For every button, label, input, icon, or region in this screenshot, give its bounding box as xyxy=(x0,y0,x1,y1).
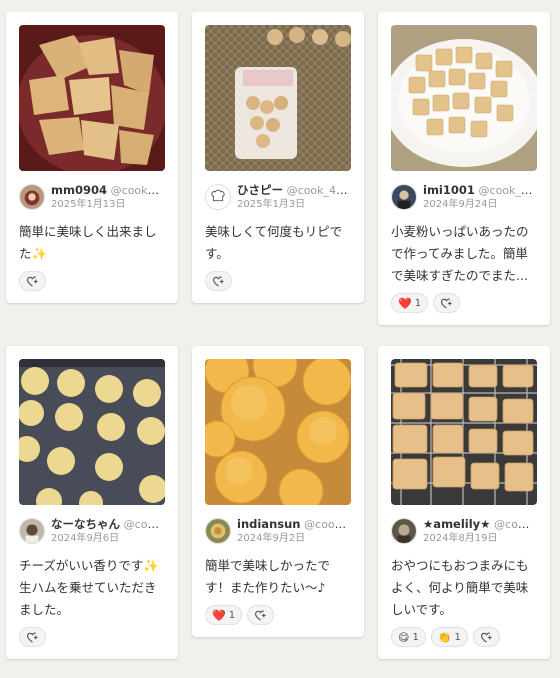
avatar[interactable] xyxy=(391,184,417,210)
post-date: 2024年9月24日 xyxy=(423,199,498,210)
author-name[interactable]: ★amelily★ xyxy=(423,517,490,531)
author-row[interactable]: mm0904 @cook_40... 2025年1月13日 xyxy=(19,183,165,210)
author-id: @cook_40... xyxy=(286,184,349,197)
tsukurepo-photo[interactable] xyxy=(391,359,537,505)
author-name[interactable]: なーなちゃん xyxy=(51,517,120,531)
author-name[interactable]: ひさピー xyxy=(237,183,283,197)
add-reaction-button[interactable] xyxy=(472,627,500,647)
reaction-bar: 😋 1 👏 1 xyxy=(391,627,537,647)
tsukurepo-card[interactable]: imi1001 @cook_412... 2024年9月24日 小麦粉いっぱいあ… xyxy=(378,12,550,325)
heart-emoji-icon: ❤️ xyxy=(212,608,226,622)
avatar[interactable] xyxy=(391,518,417,544)
reaction-heart-button[interactable]: ❤️ 1 xyxy=(205,605,243,625)
comment-text: おやつにもおつまみにもよく、何より簡単で美味しいです。 xyxy=(391,558,529,617)
add-reaction-button[interactable] xyxy=(19,271,46,291)
tsukurepo-photo[interactable] xyxy=(19,359,165,505)
tsukurepo-card[interactable]: mm0904 @cook_40... 2025年1月13日 簡単に美味しく出来ま… xyxy=(6,12,178,303)
author-id: @cook_40... xyxy=(110,184,163,197)
clap-emoji-icon: 👏 xyxy=(437,630,452,644)
avatar[interactable] xyxy=(205,518,231,544)
add-reaction-button[interactable] xyxy=(247,605,275,625)
reaction-bar: ❤️ 1 xyxy=(205,605,351,625)
author-id: @cook_4... xyxy=(304,518,349,531)
comment-text: 美味しくて何度もリピです。 xyxy=(205,224,343,261)
author-name[interactable]: indiansun xyxy=(237,517,300,531)
reaction-heart-button[interactable]: ❤️ 1 xyxy=(391,293,429,313)
comment-text: チーズがいい香りです✨生ハムを乗せていただきました。 xyxy=(19,558,159,617)
reaction-count: 1 xyxy=(414,297,422,309)
comment-text: 簡単で美味しかったです！また作りたい〜♪ xyxy=(205,558,331,595)
post-date: 2025年1月3日 xyxy=(237,199,306,210)
avatar[interactable] xyxy=(19,184,45,210)
author-id: @cook_412... xyxy=(478,184,535,197)
chef-hat-icon[interactable] xyxy=(205,184,231,210)
author-name[interactable]: mm0904 xyxy=(51,183,107,197)
tsukurepo-card[interactable]: なーなちゃん @cook... 2024年9月6日 チーズがいい香りです✨生ハム… xyxy=(6,346,178,659)
author-row[interactable]: imi1001 @cook_412... 2024年9月24日 xyxy=(391,183,537,210)
heart-plus-icon xyxy=(441,298,452,309)
tsukurepo-photo[interactable] xyxy=(391,25,537,171)
heart-plus-icon xyxy=(26,632,38,643)
heart-plus-icon xyxy=(26,276,38,287)
author-name[interactable]: imi1001 xyxy=(423,183,475,197)
reaction-bar xyxy=(19,271,165,291)
reaction-bar: ❤️ 1 xyxy=(391,293,537,313)
add-reaction-button[interactable] xyxy=(205,271,232,291)
reaction-clap-button[interactable]: 👏 1 xyxy=(430,627,468,647)
author-row[interactable]: indiansun @cook_4... 2024年9月2日 xyxy=(205,517,351,544)
reaction-count: 1 xyxy=(228,609,236,621)
heart-emoji-icon: ❤️ xyxy=(398,296,412,310)
post-date: 2024年9月2日 xyxy=(237,533,306,544)
comment-text: 簡単に美味しく出来ました✨ xyxy=(19,224,157,261)
author-row[interactable]: ★amelily★ @cook_... 2024年8月19日 xyxy=(391,517,537,544)
avatar[interactable] xyxy=(19,518,45,544)
author-row[interactable]: なーなちゃん @cook... 2024年9月6日 xyxy=(19,517,165,544)
tsukurepo-photo[interactable] xyxy=(205,25,351,171)
add-reaction-button[interactable] xyxy=(19,627,46,647)
author-id: @cook_... xyxy=(494,518,535,531)
author-id: @cook... xyxy=(123,518,163,531)
tsukurepo-photo[interactable] xyxy=(19,25,165,171)
tsukurepo-card[interactable]: ひさピー @cook_40... 2025年1月3日 美味しくて何度もリピです。 xyxy=(192,12,364,303)
post-date: 2024年9月6日 xyxy=(51,533,120,544)
reaction-count: 1 xyxy=(454,631,461,643)
comment-text: 小麦粉いっぱいあったので作ってみました。簡単で美味すぎたのでまた... xyxy=(391,224,529,283)
heart-plus-icon xyxy=(255,610,266,621)
tsukurepo-card[interactable]: ★amelily★ @cook_... 2024年8月19日 おやつにもおつまみ… xyxy=(378,346,550,659)
heart-plus-icon xyxy=(480,632,492,643)
tsukurepo-card[interactable]: indiansun @cook_4... 2024年9月2日 簡単で美味しかった… xyxy=(192,346,364,637)
heart-plus-icon xyxy=(212,276,224,287)
yum-face-emoji-icon: 😋 xyxy=(398,630,410,644)
post-date: 2024年8月19日 xyxy=(423,533,498,544)
reaction-bar xyxy=(205,271,351,291)
tsukurepo-photo[interactable] xyxy=(205,359,351,505)
reaction-count: 1 xyxy=(412,631,419,643)
author-row[interactable]: ひさピー @cook_40... 2025年1月3日 xyxy=(205,183,351,210)
post-date: 2025年1月13日 xyxy=(51,199,126,210)
reaction-yum-button[interactable]: 😋 1 xyxy=(391,627,426,647)
add-reaction-button[interactable] xyxy=(433,293,461,313)
reaction-bar xyxy=(19,627,165,647)
